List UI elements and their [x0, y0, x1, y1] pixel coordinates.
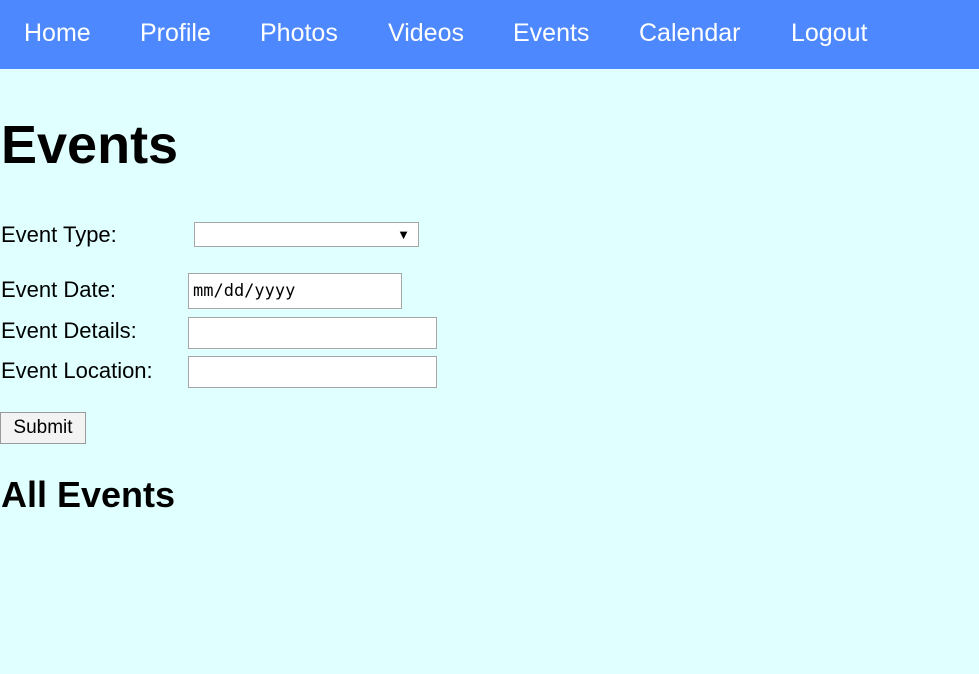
event-details-input[interactable] [188, 317, 437, 349]
dropdown-arrow-icon: ▼ [397, 227, 410, 242]
event-date-input[interactable]: mm/dd/yyyy [188, 273, 402, 309]
nav-videos-link[interactable]: Videos [388, 19, 464, 47]
submit-button[interactable]: Submit [0, 412, 86, 444]
event-type-select[interactable]: ▼ [194, 222, 419, 247]
nav-logout-link[interactable]: Logout [791, 19, 867, 47]
event-type-label: Event Type: [1, 222, 117, 247]
event-location-label: Event Location: [1, 358, 153, 383]
nav-events-link[interactable]: Events [513, 19, 589, 47]
all-events-heading: All Events [1, 474, 176, 515]
page-title: Events [1, 115, 179, 175]
nav-home-link[interactable]: Home [24, 19, 91, 47]
nav-profile-link[interactable]: Profile [140, 19, 211, 47]
nav-calendar-link[interactable]: Calendar [639, 19, 740, 47]
nav-photos-link[interactable]: Photos [260, 19, 338, 47]
event-details-label: Event Details: [1, 318, 137, 343]
event-location-input[interactable] [188, 356, 437, 388]
event-date-label: Event Date: [1, 277, 116, 302]
event-date-placeholder: mm/dd/yyyy [193, 281, 296, 301]
top-navbar: Home Profile Photos Videos Events Calend… [0, 0, 979, 69]
